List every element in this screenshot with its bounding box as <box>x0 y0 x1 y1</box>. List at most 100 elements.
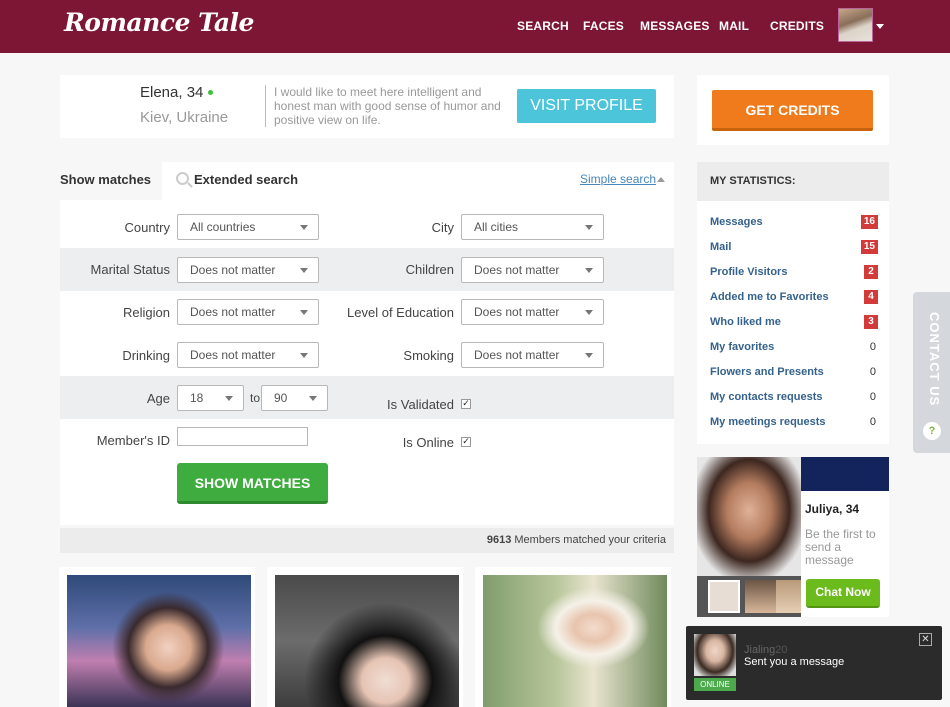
education-select[interactable]: Does not matter <box>461 299 604 325</box>
stat-row[interactable]: Profile Visitors 2 <box>710 265 878 281</box>
marital-label: Marital Status <box>90 262 170 277</box>
user-avatar[interactable] <box>838 8 873 42</box>
country-label: Country <box>124 220 170 235</box>
promo-profile: Juliya, 34 Be the first to send a messag… <box>697 457 889 617</box>
stat-label[interactable]: Who liked me <box>710 316 781 328</box>
stat-label[interactable]: My contacts requests <box>710 391 822 403</box>
online-badge: ONLINE <box>694 678 736 691</box>
drinking-label: Drinking <box>122 348 170 363</box>
nav-credits[interactable]: CREDITS <box>770 19 824 33</box>
sender-avatar[interactable] <box>694 634 736 676</box>
visit-profile-button[interactable]: VISIT PROFILE <box>517 89 656 123</box>
age-to-select[interactable]: 90 <box>261 385 328 411</box>
search-icon <box>176 172 189 185</box>
age-to-label: to <box>250 391 261 405</box>
city-label: City <box>431 220 454 235</box>
thumbnail[interactable] <box>745 580 777 613</box>
member-card[interactable] <box>267 567 463 707</box>
chat-now-button[interactable]: Chat Now <box>806 579 880 608</box>
stat-row[interactable]: My contacts requests 0 <box>710 390 878 406</box>
stat-count: 0 <box>869 341 876 353</box>
online-label: Is Online <box>402 435 454 450</box>
notification-text: Sent you a message <box>744 656 845 668</box>
member-card[interactable] <box>59 567 255 707</box>
stat-row[interactable]: My meetings requests 0 <box>710 415 878 431</box>
stat-label[interactable]: Profile Visitors <box>710 266 787 278</box>
tab-extended-label: Extended search <box>194 172 299 187</box>
city-select[interactable]: All cities <box>461 214 604 240</box>
stat-row[interactable]: Flowers and Presents 0 <box>710 365 878 381</box>
featured-profile-card: Elena, 34 Kiev, Ukraine I would like to … <box>60 75 674 138</box>
statistics-panel: MY STATISTICS: Messages 16 Mail 15 Profile V… <box>697 162 889 444</box>
profile-name[interactable]: Elena, 34 <box>140 84 203 101</box>
member-id-input[interactable] <box>177 427 308 446</box>
get-credits-button[interactable]: GET CREDITS <box>712 90 873 131</box>
top-header: Romance Tale SEARCH FACES MESSAGES MAIL … <box>0 0 950 53</box>
marital-select[interactable]: Does not matter <box>177 257 319 283</box>
site-logo[interactable]: Romance Tale <box>64 8 254 37</box>
help-icon: ? <box>923 422 941 440</box>
member-id-label: Member's ID <box>96 433 170 448</box>
member-photo[interactable] <box>67 575 251 707</box>
divider <box>265 85 266 127</box>
message-notification[interactable]: ONLINE Jialing20 Sent you a message ✕ <box>686 626 942 700</box>
children-label: Children <box>405 262 454 277</box>
promo-banner <box>801 457 889 491</box>
member-photo[interactable] <box>275 575 459 707</box>
simple-search-link[interactable]: Simple search <box>580 172 656 186</box>
contact-us-label: CONTACT US <box>927 312 942 407</box>
stat-row[interactable]: My favorites 0 <box>710 340 878 356</box>
stat-label[interactable]: My favorites <box>710 341 774 353</box>
children-select[interactable]: Does not matter <box>461 257 604 283</box>
close-icon[interactable]: ✕ <box>919 633 932 646</box>
stat-count-badge: 4 <box>864 290 878 304</box>
results-count-bar: 9613 Members matched your criteria <box>60 528 674 553</box>
stat-label[interactable]: Added me to Favorites <box>710 291 829 303</box>
stat-label[interactable]: Mail <box>710 241 731 253</box>
thumbnail[interactable] <box>708 580 740 613</box>
country-select[interactable]: All countries <box>177 214 319 240</box>
promo-text: Be the first to send a message <box>805 527 876 567</box>
stat-label[interactable]: Flowers and Presents <box>710 366 824 378</box>
online-dot-icon <box>208 90 213 95</box>
credits-box: GET CREDITS <box>697 75 889 145</box>
promo-name[interactable]: Juliya, 34 <box>805 502 859 516</box>
stat-row[interactable]: Who liked me 3 <box>710 315 878 331</box>
extended-search-form: Country All countries City All cities Ma… <box>60 200 674 525</box>
nav-mail[interactable]: MAIL <box>719 19 749 33</box>
age-from-select[interactable]: 18 <box>177 385 244 411</box>
search-tabs: Show matches Extended search Simple sear… <box>60 162 674 200</box>
age-label: Age <box>146 391 170 406</box>
validated-label: Is Validated <box>387 397 454 412</box>
thumbnail[interactable] <box>776 580 801 613</box>
profile-about: I would like to meet here intelligent an… <box>274 85 501 127</box>
smoking-label: Smoking <box>403 348 454 363</box>
tab-show-matches[interactable]: Show matches <box>60 172 151 187</box>
sender-name: Jialing20 <box>744 644 787 656</box>
contact-us-tab[interactable]: CONTACT US ? <box>913 292 950 453</box>
stat-row[interactable]: Messages 16 <box>710 215 878 231</box>
results-count: 9613 <box>486 534 512 546</box>
stat-label[interactable]: My meetings requests <box>710 416 826 428</box>
promo-photo[interactable] <box>697 457 801 576</box>
stat-count-badge: 3 <box>864 315 878 329</box>
nav-search[interactable]: SEARCH <box>517 19 569 33</box>
stat-label[interactable]: Messages <box>710 216 763 228</box>
show-matches-button[interactable]: SHOW MATCHES <box>177 463 328 504</box>
results-count-text: Members matched your criteria <box>514 534 666 546</box>
member-card[interactable] <box>475 567 671 707</box>
religion-select[interactable]: Does not matter <box>177 299 319 325</box>
smoking-select[interactable]: Does not matter <box>461 342 604 368</box>
nav-faces[interactable]: FACES <box>583 19 624 33</box>
online-checkbox[interactable]: ✓ <box>461 437 471 447</box>
stat-row[interactable]: Mail 15 <box>710 240 878 256</box>
chevron-up-icon[interactable] <box>657 177 665 182</box>
drinking-select[interactable]: Does not matter <box>177 342 319 368</box>
validated-checkbox[interactable]: ✓ <box>461 399 471 409</box>
tab-extended-search[interactable]: Extended search Simple search <box>162 162 674 200</box>
member-photo[interactable] <box>483 575 667 707</box>
chevron-down-icon[interactable] <box>876 24 884 29</box>
stat-row[interactable]: Added me to Favorites 4 <box>710 290 878 306</box>
nav-messages[interactable]: MESSAGES <box>640 19 710 33</box>
stat-count-badge: 15 <box>860 240 878 254</box>
